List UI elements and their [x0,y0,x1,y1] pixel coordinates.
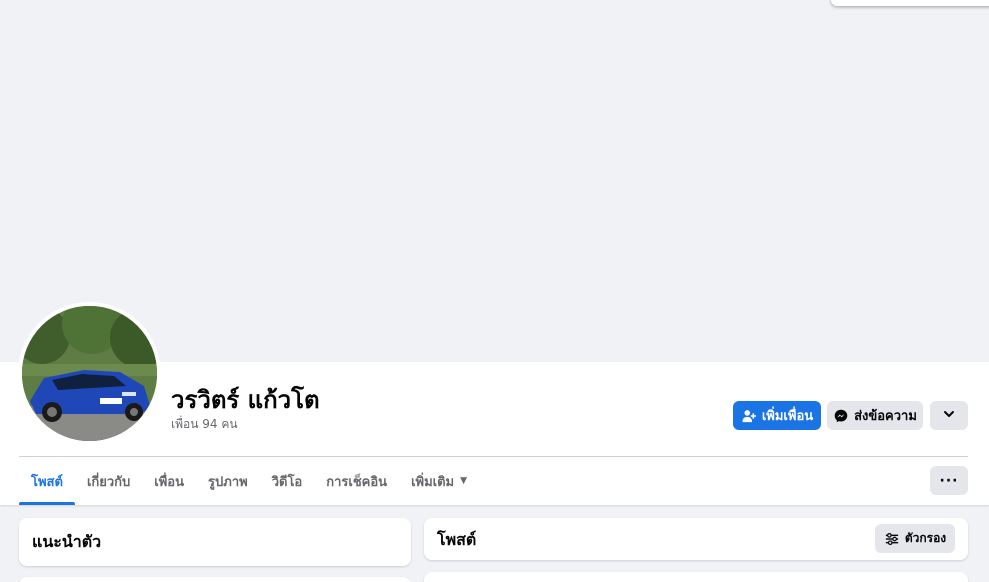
messenger-icon [833,408,849,424]
tab-about[interactable]: เกี่ยวกับ [75,457,142,505]
filter-sliders-icon [884,531,900,547]
cover-photo[interactable] [0,0,989,362]
tab-posts[interactable]: โพสต์ [19,457,75,505]
profile-more-button[interactable] [930,401,968,430]
chevron-down-icon [943,408,955,424]
posts-header-card: โพสต์ ตัวกรอง [424,518,968,560]
profile-avatar[interactable] [18,302,161,445]
friends-count[interactable]: เพื่อน 94 คน [171,415,238,434]
intro-title: แนะนำตัว [32,532,102,551]
posts-title: โพสต์ [437,530,477,549]
tab-friends[interactable]: เพื่อน [142,457,196,505]
tabs-more-options-button[interactable]: ··· [930,466,968,495]
profile-name: วรวิตร์ แก้วโต [171,386,320,414]
tab-photos[interactable]: รูปภาพ [196,457,260,505]
photos-card [19,577,411,582]
posts-feed-card [424,572,968,582]
intro-card: แนะนำตัว [19,518,411,566]
filter-button[interactable]: ตัวกรอง [875,524,955,553]
profile-tabs: โพสต์ เกี่ยวกับ เพื่อน รูปภาพ วิดีโอ การ… [19,457,479,505]
tab-more[interactable]: เพิ่มเติม ▼ [399,457,479,505]
message-label: ส่งข้อความ [854,409,917,424]
tab-videos[interactable]: วิดีโอ [260,457,315,505]
add-friend-button[interactable]: เพิ่มเพื่อน [733,401,821,430]
ellipsis-icon: ··· [939,472,959,489]
add-person-icon [741,408,757,424]
add-friend-label: เพิ่มเพื่อน [761,409,814,424]
filter-label: ตัวกรอง [904,531,947,545]
tab-checkins[interactable]: การเช็คอิน [314,457,399,505]
caret-down-icon: ▼ [460,476,468,486]
top-popup-edge [831,0,989,6]
avatar-car-image [22,306,157,441]
message-button[interactable]: ส่งข้อความ [827,401,923,430]
